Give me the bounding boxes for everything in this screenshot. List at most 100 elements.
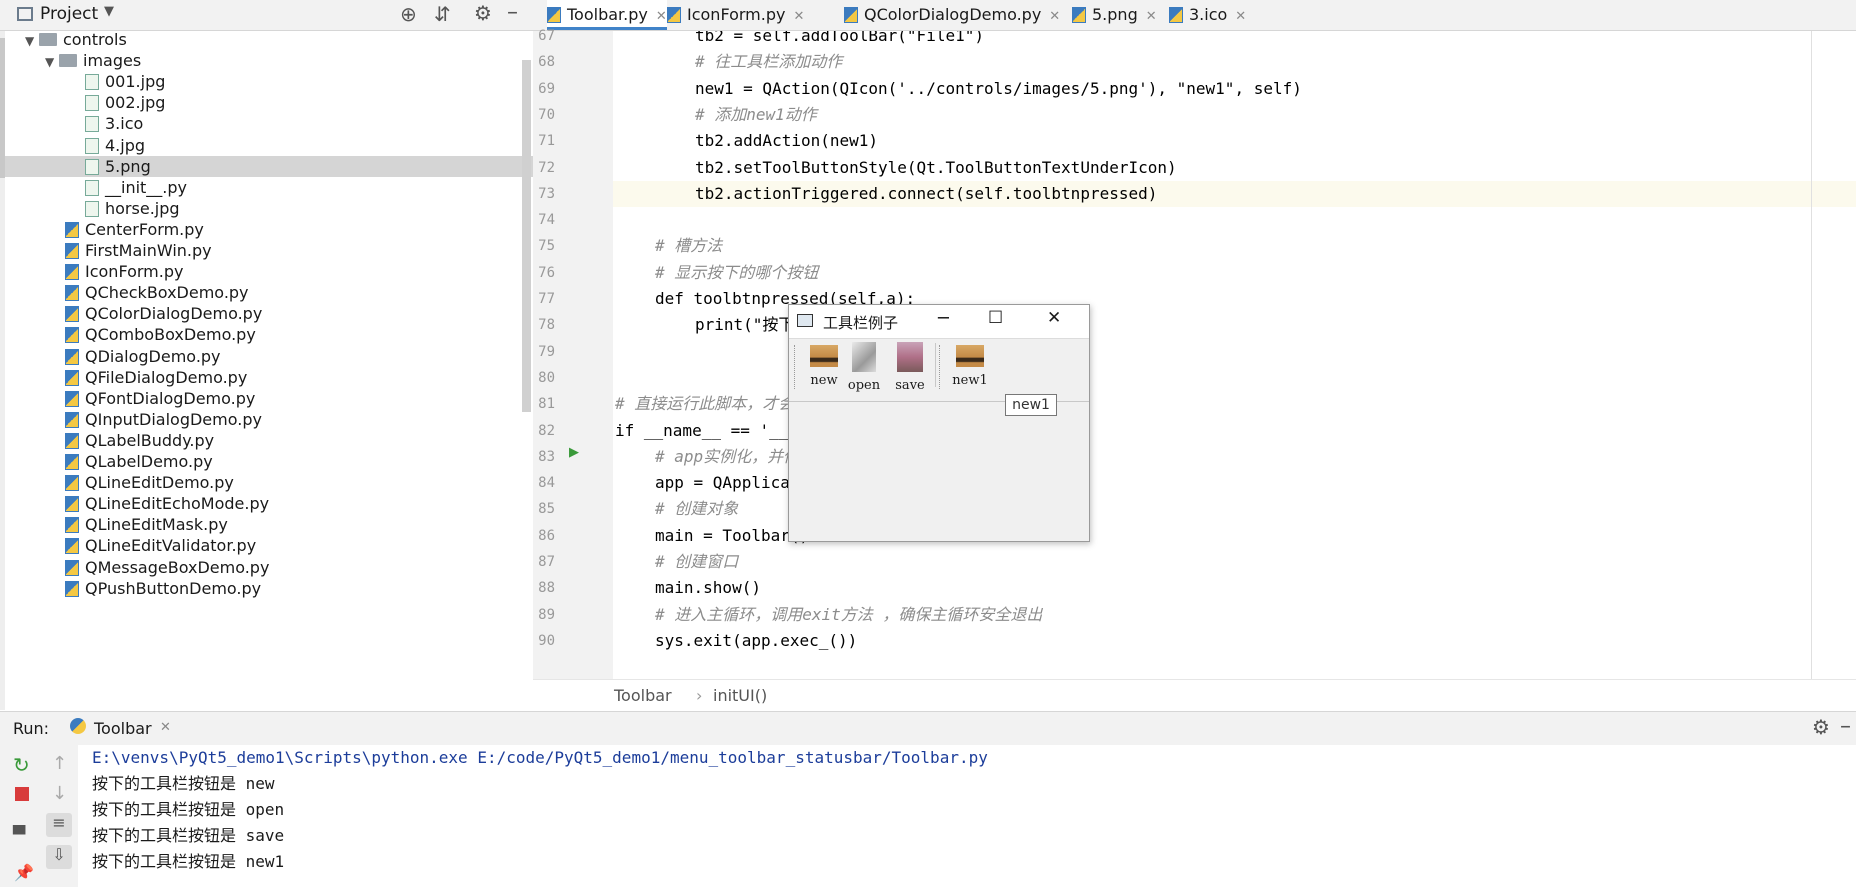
- code-line[interactable]: # 显示按下的哪个按钮: [655, 260, 818, 286]
- chevron-down-icon[interactable]: ▼: [104, 4, 114, 19]
- tab-3[interactable]: 5.png ✕: [1072, 0, 1157, 30]
- window-title-bar[interactable]: 工具栏例子 ─ ☐ ✕: [789, 305, 1089, 338]
- tree-scrollbar[interactable]: [522, 60, 531, 412]
- code-line[interactable]: main.show(): [655, 575, 761, 601]
- tree-file[interactable]: QLineEditMask.py: [5, 514, 533, 535]
- tree-item-label: FirstMainWin.py: [85, 241, 212, 260]
- tooltip: new1: [1005, 394, 1057, 416]
- close-icon[interactable]: ✕: [793, 9, 804, 24]
- maximize-icon[interactable]: ☐: [988, 308, 1003, 328]
- tree-file[interactable]: QFontDialogDemo.py: [5, 388, 533, 409]
- gear-icon[interactable]: ⚙: [474, 1, 492, 25]
- arrow-down-icon[interactable]: ↓: [52, 783, 67, 804]
- tree-file[interactable]: QColorDialogDemo.py: [5, 303, 533, 324]
- tree-file[interactable]: QDialogDemo.py: [5, 346, 533, 367]
- tree-file[interactable]: QLabelBuddy.py: [5, 430, 533, 451]
- tree-file[interactable]: QComboBoxDemo.py: [5, 324, 533, 345]
- tab-1[interactable]: IconForm.py ✕: [667, 0, 804, 30]
- code-line[interactable]: # 往工具栏添加动作: [695, 49, 842, 75]
- chevron-down-icon[interactable]: ▼: [25, 31, 39, 52]
- close-icon[interactable]: ✕: [1146, 9, 1157, 24]
- code-line[interactable]: # 创建对象: [655, 496, 738, 522]
- toolbar-button-open[interactable]: open: [839, 338, 889, 404]
- tree-file[interactable]: CenterForm.py: [5, 219, 533, 240]
- tab-0[interactable]: Toolbar.py ✕: [547, 0, 667, 30]
- tree-file[interactable]: QLineEditEchoMode.py: [5, 493, 533, 514]
- line-number: 73: [538, 185, 555, 202]
- close-icon[interactable]: ✕: [1049, 9, 1060, 24]
- code-line[interactable]: tb2.setToolButtonStyle(Qt.ToolButtonText…: [695, 155, 1177, 181]
- minimize-panel-icon[interactable]: –: [1840, 714, 1851, 739]
- tree-file[interactable]: QMessageBoxDemo.py: [5, 557, 533, 578]
- code-line[interactable]: main = Toolbar(): [655, 523, 809, 549]
- code-line[interactable]: tb2 = self.addToolBar("File1"): [695, 31, 984, 49]
- tree-file[interactable]: QLineEditDemo.py: [5, 472, 533, 493]
- line-number: 81: [538, 396, 555, 413]
- tree-file[interactable]: QFileDialogDemo.py: [5, 367, 533, 388]
- code-line[interactable]: sys.exit(app.exec_()): [655, 628, 857, 654]
- layout-icon[interactable]: ▀: [13, 825, 25, 844]
- stop-icon[interactable]: [15, 787, 29, 801]
- tree-file[interactable]: 4.jpg: [5, 135, 533, 156]
- code-line[interactable]: # 添加new1动作: [695, 102, 817, 128]
- tree-file[interactable]: __init__.py: [5, 177, 533, 198]
- run-tab[interactable]: Toolbar: [94, 719, 152, 738]
- tree-file[interactable]: 001.jpg: [5, 71, 533, 92]
- code-line[interactable]: # 创建窗口: [655, 549, 738, 575]
- minimize-panel-icon[interactable]: –: [507, 0, 518, 25]
- tree-item-label: __init__.py: [105, 177, 188, 197]
- close-icon[interactable]: ✕: [160, 720, 171, 735]
- scroll-to-end-icon[interactable]: ⇩: [46, 845, 72, 869]
- soft-wrap-icon[interactable]: ≡: [46, 813, 72, 837]
- editor-tab-bar: Toolbar.py ✕ IconForm.py ✕ QColorDialogDemo.…: [533, 0, 1856, 31]
- toolbar-button-save[interactable]: save: [885, 338, 935, 404]
- breadcrumb-method[interactable]: initUI(): [713, 686, 767, 705]
- project-title[interactable]: Project: [40, 4, 98, 24]
- run-console[interactable]: E:\venvs\PyQt5_demo1\Scripts\python.exe …: [78, 745, 1856, 887]
- close-icon[interactable]: ✕: [1235, 9, 1246, 24]
- tree-file[interactable]: QLineEditValidator.py: [5, 535, 533, 556]
- tab-2[interactable]: QColorDialogDemo.py ✕: [844, 0, 1060, 30]
- breadcrumb-class[interactable]: Toolbar: [614, 686, 672, 705]
- tree-item-label: 3.ico: [105, 114, 144, 134]
- code-line[interactable]: new1 = QAction(QIcon('../controls/images…: [695, 76, 1302, 102]
- tree-file[interactable]: 3.ico: [5, 113, 533, 134]
- tab-4[interactable]: 3.ico ✕: [1169, 0, 1246, 30]
- locate-icon[interactable]: ⊕: [400, 2, 417, 26]
- rerun-icon[interactable]: ↻: [13, 753, 30, 777]
- code-line[interactable]: tb2.actionTriggered.connect(self.toolbtn…: [695, 181, 1157, 207]
- tree-file[interactable]: QLabelDemo.py: [5, 451, 533, 472]
- tree-folder[interactable]: ▼ images: [5, 50, 533, 71]
- tree-file[interactable]: 5.png: [5, 155, 533, 177]
- code-line[interactable]: print("按下: [695, 312, 794, 338]
- tree-folder[interactable]: ▼ controls: [5, 31, 533, 50]
- arrow-up-icon[interactable]: ↑: [52, 753, 67, 774]
- tree-file[interactable]: QCheckBoxDemo.py: [5, 282, 533, 303]
- code-line[interactable]: app = QApplica: [655, 470, 790, 496]
- run-gutter-icon[interactable]: ▶: [569, 445, 579, 460]
- tree-file[interactable]: QPushButtonDemo.py: [5, 578, 533, 599]
- minimize-icon[interactable]: ─: [938, 308, 949, 329]
- code-line[interactable]: # app实例化，并传: [655, 444, 799, 470]
- close-icon[interactable]: ✕: [1047, 308, 1061, 328]
- toolbar-handle[interactable]: [939, 345, 942, 389]
- code-line[interactable]: if __name__ == '__: [615, 418, 788, 444]
- code-line[interactable]: tb2.addAction(new1): [695, 128, 878, 154]
- tree-file[interactable]: QInputDialogDemo.py: [5, 409, 533, 430]
- tree-file[interactable]: IconForm.py: [5, 261, 533, 282]
- code-line[interactable]: # 直接运行此脚本，才会: [615, 391, 794, 417]
- chevron-down-icon[interactable]: ▼: [45, 52, 59, 73]
- tree-file[interactable]: FirstMainWin.py: [5, 240, 533, 261]
- code-line[interactable]: # 进入主循环，调用exit方法 ，确保主循环安全退出: [655, 602, 1042, 628]
- line-number: 88: [538, 580, 555, 597]
- pin-icon[interactable]: 📌: [14, 863, 34, 882]
- close-icon[interactable]: ✕: [656, 9, 667, 24]
- collapse-icon[interactable]: ⇵: [434, 2, 451, 26]
- toolbar-handle[interactable]: [794, 345, 797, 389]
- tree-file[interactable]: 002.jpg: [5, 92, 533, 113]
- code-line[interactable]: # 槽方法: [655, 233, 722, 259]
- tree-file[interactable]: horse.jpg: [5, 198, 533, 219]
- toolbar-button-new1[interactable]: new1: [945, 341, 995, 401]
- tree-item-label: 001.jpg: [105, 72, 166, 92]
- gear-icon[interactable]: ⚙: [1812, 715, 1830, 739]
